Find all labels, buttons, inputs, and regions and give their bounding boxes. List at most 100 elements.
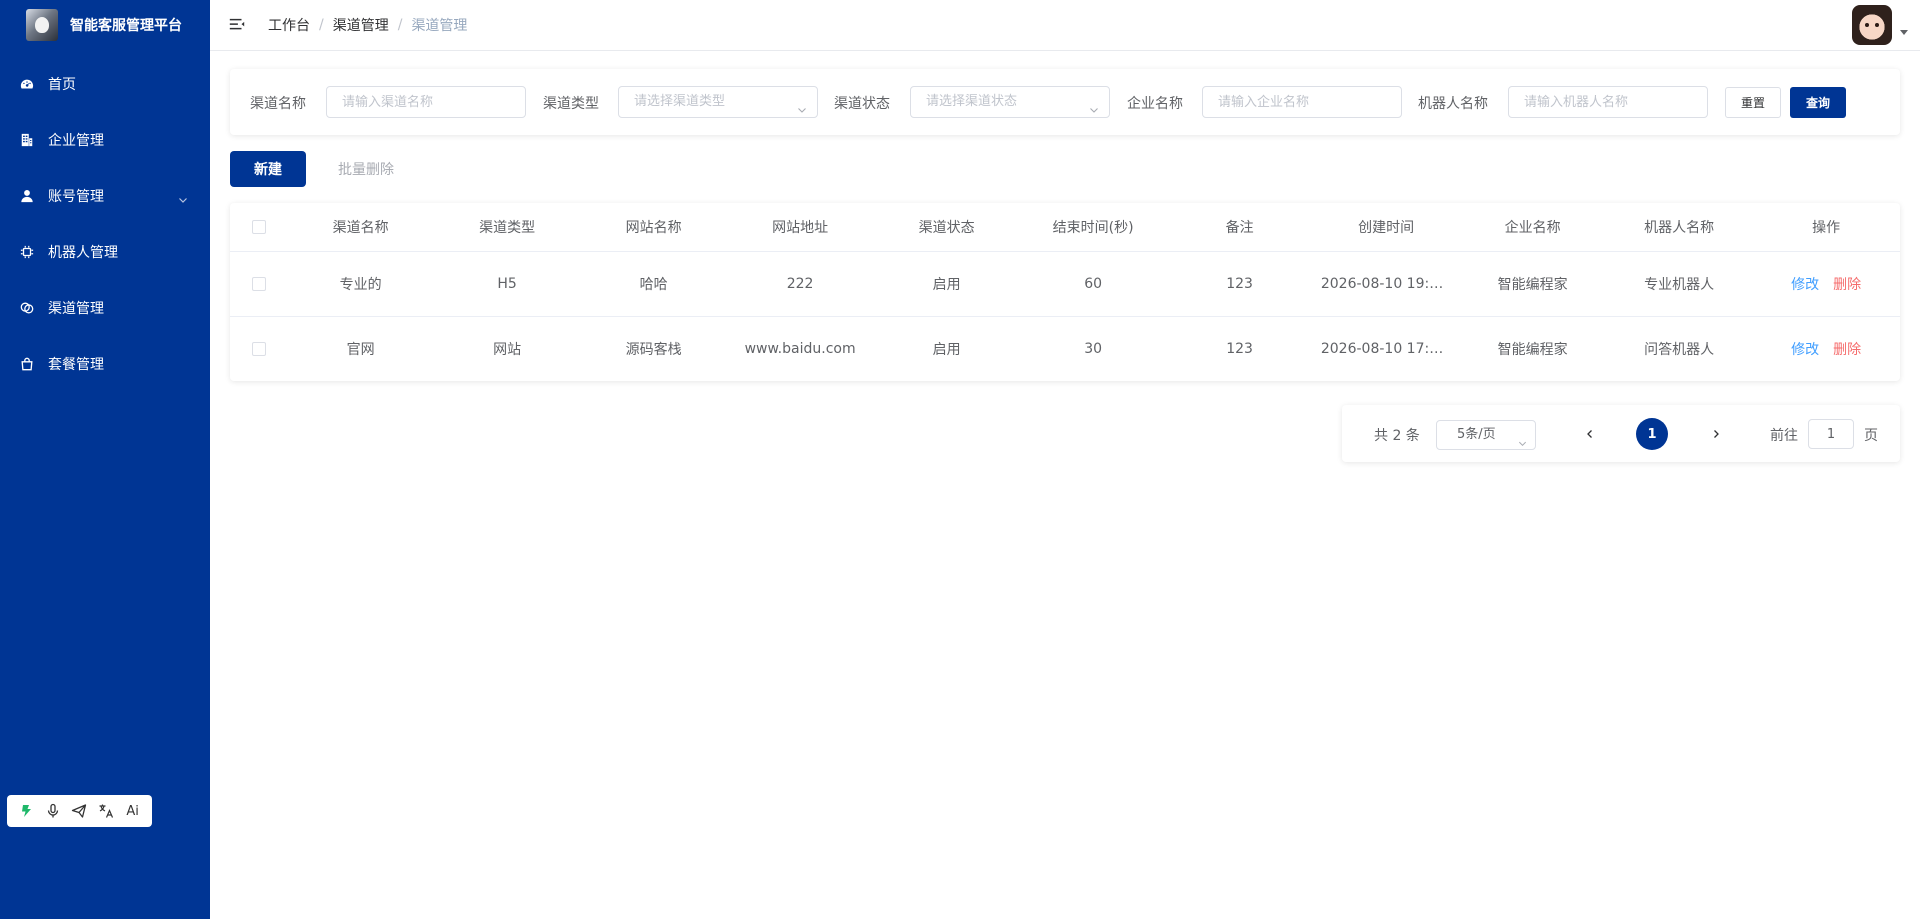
- sidebar-item-channel[interactable]: 渠道管理: [0, 280, 210, 336]
- page-jump-input[interactable]: [1808, 419, 1854, 449]
- sidebar-item-label: 企业管理: [48, 133, 104, 149]
- cell-end-time: 30: [1084, 340, 1103, 357]
- pagination: 共 2 条 5条/页 1 前往 页: [1342, 405, 1900, 462]
- cell-end-time: 60: [1019, 251, 1167, 317]
- channel-name-label: 渠道名称: [250, 96, 306, 112]
- brand-title: 智能客服管理平台: [70, 18, 182, 34]
- cell-robot: 问答机器人: [1644, 341, 1715, 358]
- cell-site-name: 哈哈: [580, 251, 727, 317]
- batch-delete-button[interactable]: 批量删除: [328, 151, 404, 187]
- channel-status-label: 渠道状态: [834, 96, 890, 112]
- cell-status: 启用: [873, 251, 1020, 317]
- sidebar-item-home[interactable]: 首页: [0, 56, 210, 112]
- sidebar-item-package[interactable]: 套餐管理: [0, 336, 210, 392]
- edit-link[interactable]: 修改: [1791, 277, 1819, 293]
- column-header: 网站名称: [580, 203, 727, 252]
- cell-site-url: 222: [726, 251, 874, 317]
- edit-link[interactable]: 修改: [1791, 342, 1819, 358]
- breadcrumb: 工作台 / 渠道管理 / 渠道管理: [268, 15, 467, 35]
- floating-toolbar: Ai: [7, 795, 152, 827]
- breadcrumb-separator: /: [397, 17, 403, 33]
- cell-channel-name: 官网: [346, 341, 375, 358]
- table-row: 官网 网站 源码客栈 www.baidu.com 启用 30 123 2026-…: [230, 316, 1900, 381]
- ai-icon[interactable]: Ai: [123, 801, 143, 821]
- channel-type-select[interactable]: 请选择渠道类型: [618, 86, 818, 118]
- cell-remark: 123: [1226, 340, 1253, 357]
- cell-company: 智能编程家: [1459, 251, 1606, 317]
- cell-operations: 修改 删除: [1752, 251, 1900, 317]
- robot-name-input[interactable]: [1508, 86, 1708, 118]
- row-checkbox[interactable]: [251, 341, 266, 356]
- robot-name-label: 机器人名称: [1418, 96, 1488, 112]
- chevron-down-icon: [1518, 431, 1527, 447]
- data-table: 渠道名称 渠道类型 网站名称 网站地址 渠道状态 结束时间(秒) 备注 创建时间…: [230, 203, 1900, 381]
- next-page-icon[interactable]: [1704, 422, 1728, 446]
- breadcrumb-item-workbench[interactable]: 工作台: [268, 15, 310, 35]
- company-name-input[interactable]: [1202, 86, 1402, 118]
- avatar[interactable]: [1852, 5, 1892, 45]
- reset-button[interactable]: 重置: [1725, 87, 1781, 118]
- column-header: 备注: [1166, 203, 1313, 252]
- sidebar-item-robot[interactable]: 机器人管理: [0, 224, 210, 280]
- page-suffix-label: 页: [1864, 428, 1878, 444]
- column-header: 企业名称: [1459, 203, 1606, 252]
- channel-type-label: 渠道类型: [543, 96, 599, 112]
- sidebar-item-account[interactable]: 账号管理: [0, 168, 210, 224]
- plugin-icon[interactable]: [16, 801, 36, 821]
- channel-name-input[interactable]: [326, 86, 526, 118]
- sidebar-item-label: 机器人管理: [48, 245, 118, 261]
- row-select-cell: [230, 251, 288, 317]
- cell-created-at: 2026-08-10 19:5...: [1312, 251, 1460, 317]
- select-all-checkbox[interactable]: [251, 219, 266, 234]
- column-header: 创建时间: [1312, 203, 1460, 252]
- page-size-select[interactable]: 5条/页: [1436, 420, 1536, 450]
- table-row: 专业的 H5 哈哈 222 启用 60 123 2026-08-10 19:5.…: [230, 251, 1900, 317]
- cell-site-url: www.baidu.com: [744, 340, 856, 357]
- chevron-down-icon: [178, 190, 188, 203]
- user-icon: [20, 189, 34, 203]
- cell-channel-type: H5: [433, 251, 581, 317]
- row-select-cell: [230, 316, 287, 381]
- new-button[interactable]: 新建: [230, 151, 306, 187]
- query-button[interactable]: 查询: [1790, 87, 1846, 118]
- cell-created-at: 2026-08-10 17:0...: [1320, 340, 1452, 357]
- app: 智能客服管理平台 首页 企业管理 账号管理 机器人管理 渠道管理 套餐管理 Ai…: [0, 0, 1920, 919]
- sidebar-item-label: 套餐管理: [48, 357, 104, 373]
- page-number-current[interactable]: 1: [1636, 418, 1668, 450]
- cell-channel-type: 网站: [493, 341, 522, 358]
- chevron-down-icon: [1089, 97, 1099, 113]
- row-checkbox[interactable]: [251, 276, 266, 291]
- breadcrumb-item-channel[interactable]: 渠道管理: [333, 15, 389, 35]
- menu-toggle-icon[interactable]: [228, 15, 248, 35]
- brand-logo: [26, 9, 58, 41]
- page-size-value: 5条/页: [1457, 427, 1496, 442]
- column-header: 渠道类型: [433, 203, 581, 252]
- prev-page-icon[interactable]: [1578, 422, 1602, 446]
- cell-robot: 专业机器人: [1605, 251, 1753, 317]
- sidebar: 智能客服管理平台 首页 企业管理 账号管理 机器人管理 渠道管理 套餐管理 Ai: [0, 0, 210, 919]
- sidebar-item-company[interactable]: 企业管理: [0, 112, 210, 168]
- brand: 智能客服管理平台: [0, 0, 210, 50]
- select-all-cell: [230, 203, 288, 252]
- sidebar-item-label: 渠道管理: [48, 301, 104, 317]
- send-icon[interactable]: [69, 801, 89, 821]
- goto-label: 前往: [1770, 428, 1798, 444]
- building-icon: [20, 133, 34, 147]
- channel-status-select[interactable]: 请选择渠道状态: [910, 86, 1110, 118]
- main-content: 渠道名称 渠道类型 请选择渠道类型 渠道状态 请选择渠道状态 企业名称 机器人名…: [210, 51, 1920, 919]
- channel-type-placeholder: 请选择渠道类型: [634, 94, 726, 109]
- breadcrumb-item-current: 渠道管理: [411, 18, 468, 34]
- microphone-icon[interactable]: [43, 801, 63, 821]
- cell-channel-name: 专业的: [287, 251, 434, 317]
- delete-link[interactable]: 删除: [1833, 342, 1861, 358]
- column-header: 操作: [1752, 203, 1900, 252]
- column-header: 结束时间(秒): [1019, 203, 1167, 252]
- chevron-down-icon: [797, 97, 807, 113]
- top-header: 工作台 / 渠道管理 / 渠道管理: [210, 0, 1920, 51]
- translate-icon[interactable]: [96, 801, 116, 821]
- column-header: 渠道名称: [287, 203, 434, 252]
- caret-down-icon[interactable]: [1900, 30, 1908, 35]
- delete-link[interactable]: 删除: [1833, 277, 1861, 293]
- column-header: 网站地址: [726, 203, 874, 252]
- bag-icon: [20, 357, 34, 371]
